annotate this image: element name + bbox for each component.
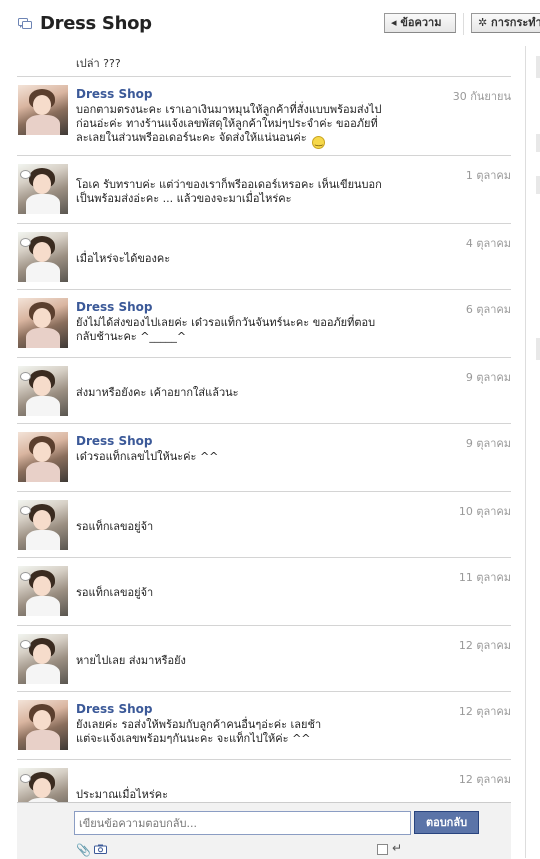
message-thread: เปล่า ??? Dress Shop 30 กันยายนบอกตามตรงน…	[0, 46, 525, 802]
message-line: ยังไม่ได้ส่งของไปเลยค่ะ เด๋วรอแท็กวันจัน…	[76, 316, 376, 329]
message-row: 1 ตุลาคมโอเค รับทราบค่ะ แต่ว่าของเราก็พร…	[17, 156, 511, 224]
message-date: 4 ตุลาคม	[465, 237, 511, 250]
message-text: เด๋วรอแท็กเลขไปให้นะค่ะ ^^	[76, 450, 436, 464]
sidebar-block	[536, 56, 540, 78]
message-text: เมื่อไหร่จะได้ของคะ	[76, 252, 436, 266]
paperclip-icon[interactable]: 📎	[76, 843, 91, 857]
message-row: 12 ตุลาคมประมาณเมื่อไหร่คะ	[17, 760, 511, 802]
right-column	[525, 46, 540, 858]
avatar[interactable]	[18, 768, 68, 802]
header: Dress Shop ◂ ข้อความ ✲ การกระทำ	[0, 0, 540, 46]
message-line: ก่อนอ่ะค่ะ ทางร้านแจ้งเลขพัสดุให้ลูกค้าใ…	[76, 117, 378, 130]
message-text: บอกตามตรงนะคะ เราเอาเงินมาหมุนให้ลูกค้าท…	[76, 103, 436, 149]
back-to-messages-button[interactable]: ◂ ข้อความ	[384, 13, 456, 33]
message-line: ประมาณเมื่อไหร่คะ	[76, 788, 169, 801]
avatar[interactable]	[18, 432, 68, 482]
messages-icon	[18, 18, 32, 29]
message-row: 10 ตุลาคมรอแท็กเลขอยู่จ้า	[17, 492, 511, 558]
message-line: กลับช้านะคะ ^_____^	[76, 330, 187, 343]
message-row: Dress Shop 30 กันยายนบอกตามตรงนะคะ เราเอา…	[17, 77, 511, 156]
reply-input[interactable]	[74, 811, 411, 835]
message-row: 9 ตุลาคมส่งมาหรือยังคะ เค้าอยากใส่แล้วนะ	[17, 358, 511, 424]
message-row: 11 ตุลาคมรอแท็กเลขอยู่จ้า	[17, 558, 511, 626]
enter-icon: ↵	[392, 841, 403, 855]
avatar[interactable]	[18, 634, 68, 684]
sidebar-block	[536, 176, 540, 194]
message-line: ละเลยในส่วนพรีออเดอร์นะคะ จัดส่งให้แน่นอ…	[76, 131, 436, 149]
message-text: ส่งมาหรือยังคะ เค้าอยากใส่แล้วนะ	[76, 386, 436, 400]
message-date: 11 ตุลาคม	[458, 571, 511, 584]
message-date: 12 ตุลาคม	[458, 705, 511, 718]
message-line-text: ละเลยในส่วนพรีออเดอร์นะคะ จัดส่งให้แน่นอ…	[76, 131, 307, 144]
press-enter-checkbox[interactable]	[377, 844, 388, 855]
reply-composer: ตอบกลับ 📎 ↵	[17, 802, 511, 859]
message-date: 1 ตุลาคม	[465, 169, 511, 182]
page-title: Dress Shop	[40, 13, 152, 34]
message-text: เปล่า ???	[76, 57, 121, 70]
message-row: Dress Shop 9 ตุลาคมเด๋วรอแท็กเลขไปให้นะค่…	[17, 424, 511, 492]
message-date: 9 ตุลาคม	[465, 437, 511, 450]
message-row: Dress Shop 12 ตุลาคมยังเลยค่ะ รอส่งให้พร้…	[17, 692, 511, 760]
message-row: 12 ตุลาคมหายไปเลย ส่งมาหรือยัง	[17, 626, 511, 692]
header-divider	[463, 13, 464, 35]
sender-name[interactable]: Dress Shop	[76, 87, 153, 101]
message-line: หายไปเลย ส่งมาหรือยัง	[76, 654, 186, 667]
message-text: โอเค รับทราบค่ะ แต่ว่าของเราก็พรีออเดอร์…	[76, 178, 436, 206]
message-date: 12 ตุลาคม	[458, 639, 511, 652]
message-line: โอเค รับทราบค่ะ แต่ว่าของเราก็พรีออเดอร์…	[76, 178, 382, 191]
message-text: รอแท็กเลขอยู่จ้า	[76, 520, 436, 534]
message-date: 9 ตุลาคม	[465, 371, 511, 384]
message-line: รอแท็กเลขอยู่จ้า	[76, 520, 154, 533]
message-line: เมื่อไหร่จะได้ของคะ	[76, 252, 171, 265]
message-line: ส่งมาหรือยังคะ เค้าอยากใส่แล้วนะ	[76, 386, 239, 399]
avatar[interactable]	[18, 85, 68, 135]
actions-button[interactable]: ✲ การกระทำ	[471, 13, 540, 33]
avatar[interactable]	[18, 500, 68, 550]
sender-name[interactable]: Dress Shop	[76, 702, 153, 716]
message-line: แต่จะแจ้งเลขพร้อมๆกันนะคะ จะแท็กไปให้ค่ะ…	[76, 732, 311, 745]
message-date: 10 ตุลาคม	[458, 505, 511, 518]
message-line: เด๋วรอแท็กเลขไปให้นะค่ะ ^^	[76, 450, 219, 463]
smiley-emoticon-icon: ‿	[312, 136, 326, 149]
message-line: เป็นพร้อมส่งอ่ะคะ ... แล้วของจะมาเมื่อไห…	[76, 192, 292, 205]
message-line: รอแท็กเลขอยู่จ้า	[76, 586, 154, 599]
message-text: รอแท็กเลขอยู่จ้า	[76, 586, 436, 600]
message-line: ยังเลยค่ะ รอส่งให้พร้อมกับลูกค้าคนอื่นๆอ…	[76, 718, 322, 731]
reply-button[interactable]: ตอบกลับ	[414, 811, 479, 834]
message-row: 4 ตุลาคมเมื่อไหร่จะได้ของคะ	[17, 224, 511, 290]
message-line: บอกตามตรงนะคะ เราเอาเงินมาหมุนให้ลูกค้าท…	[76, 103, 382, 116]
avatar[interactable]	[18, 298, 68, 348]
sidebar-block	[536, 338, 540, 360]
avatar[interactable]	[18, 232, 68, 282]
sidebar-block	[536, 134, 540, 152]
sender-name[interactable]: Dress Shop	[76, 434, 153, 448]
camera-icon[interactable]	[94, 844, 107, 854]
message-date: 12 ตุลาคม	[458, 773, 511, 786]
avatar[interactable]	[18, 700, 68, 750]
avatar[interactable]	[18, 164, 68, 214]
sender-name[interactable]: Dress Shop	[76, 300, 153, 314]
message-text: ยังไม่ได้ส่งของไปเลยค่ะ เด๋วรอแท็กวันจัน…	[76, 316, 436, 344]
message-text: ยังเลยค่ะ รอส่งให้พร้อมกับลูกค้าคนอื่นๆอ…	[76, 718, 436, 746]
avatar[interactable]	[18, 566, 68, 616]
message-text: หายไปเลย ส่งมาหรือยัง	[76, 654, 436, 668]
message-date: 30 กันยายน	[452, 90, 511, 103]
message-text: ประมาณเมื่อไหร่คะ	[76, 788, 436, 802]
avatar[interactable]	[18, 366, 68, 416]
message-date: 6 ตุลาคม	[465, 303, 511, 316]
message-row: Dress Shop 6 ตุลาคมยังไม่ได้ส่งของไปเลยค่…	[17, 290, 511, 358]
